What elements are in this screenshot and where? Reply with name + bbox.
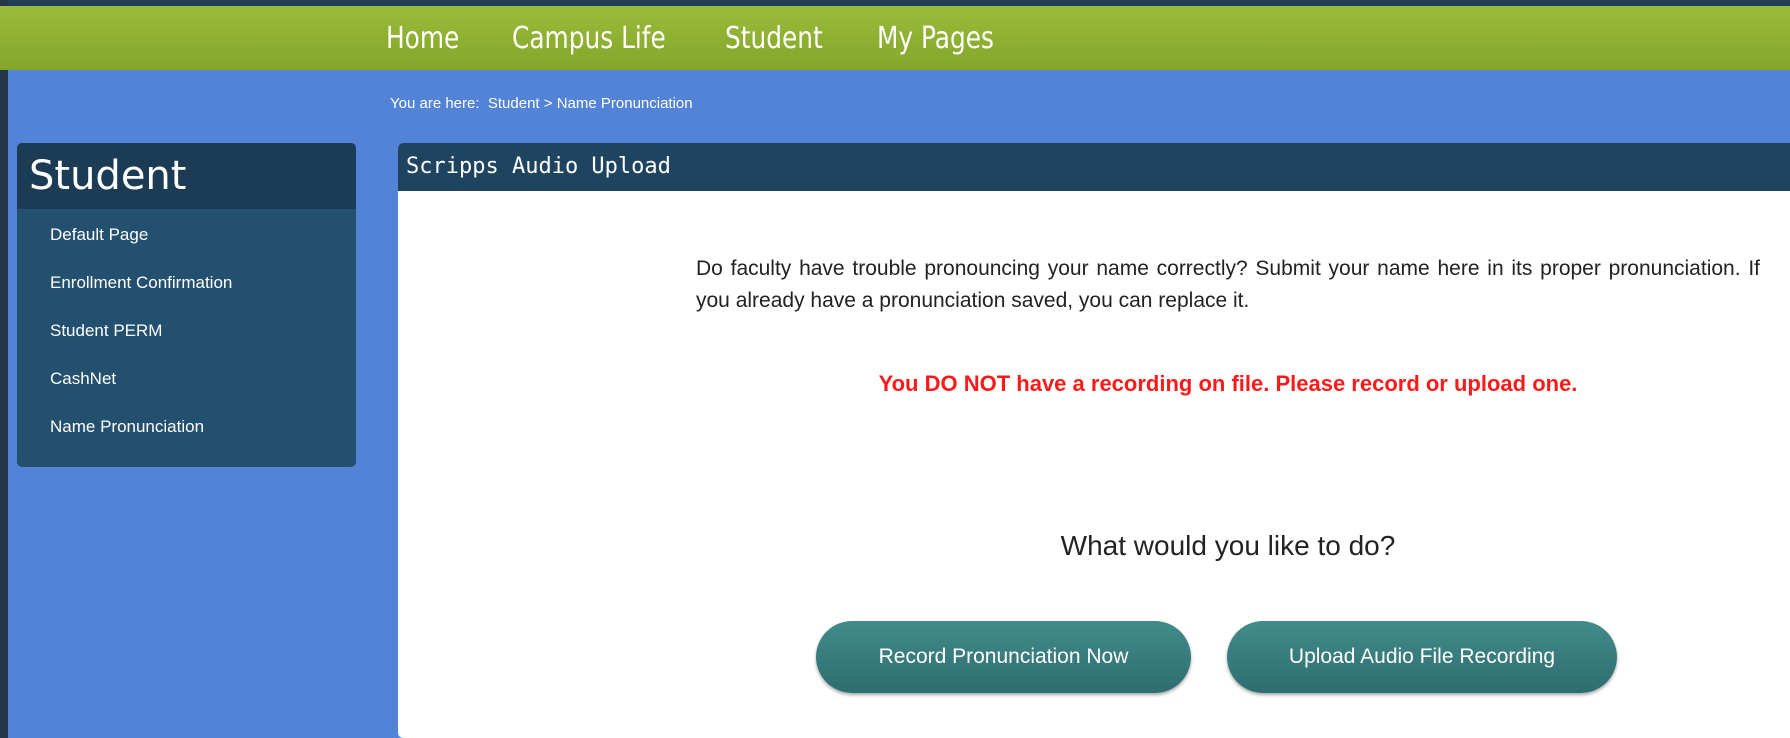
record-pronunciation-button[interactable]: Record Pronunciation Now [816, 621, 1191, 693]
sidebar-title: Student [17, 143, 356, 209]
no-recording-warning: You DO NOT have a recording on file. Ple… [878, 371, 1578, 396]
sidebar-item-enrollment-confirmation[interactable]: Enrollment Confirmation [17, 259, 356, 307]
sidebar-item-name-pronunciation[interactable]: Name Pronunciation [17, 403, 356, 451]
action-question: What would you like to do? [1060, 530, 1396, 561]
sidebar: Student Default Page Enrollment Confirma… [17, 143, 356, 467]
intro-text: Do faculty have trouble pronouncing your… [696, 257, 1760, 312]
main-nav: Home Campus Life Student My Pages [0, 6, 1790, 70]
sidebar-item-student-perm[interactable]: Student PERM [17, 307, 356, 355]
breadcrumb-student[interactable]: Student [488, 95, 540, 112]
nav-campus-life[interactable]: Campus Life [512, 21, 666, 56]
sidebar-item-cashnet[interactable]: CashNet [17, 355, 356, 403]
left-edge [0, 0, 8, 738]
breadcrumb-separator: > [543, 95, 553, 112]
breadcrumb-prefix: You are here: [390, 95, 480, 112]
nav-home[interactable]: Home [386, 21, 459, 56]
upload-audio-button[interactable]: Upload Audio File Recording [1227, 621, 1617, 693]
audio-upload-panel: Scripps Audio Upload Do faculty have tro… [398, 143, 1790, 738]
panel-title: Scripps Audio Upload [398, 143, 1790, 191]
nav-my-pages[interactable]: My Pages [877, 21, 994, 56]
sidebar-item-default-page[interactable]: Default Page [17, 211, 356, 259]
nav-student[interactable]: Student [725, 21, 823, 56]
breadcrumb-current: Name Pronunciation [556, 95, 693, 112]
nav-items: Home Campus Life Student My Pages [386, 6, 1050, 70]
sidebar-items: Default Page Enrollment Confirmation Stu… [17, 209, 356, 451]
breadcrumb: You are here: Student > Name Pronunciati… [390, 95, 693, 112]
